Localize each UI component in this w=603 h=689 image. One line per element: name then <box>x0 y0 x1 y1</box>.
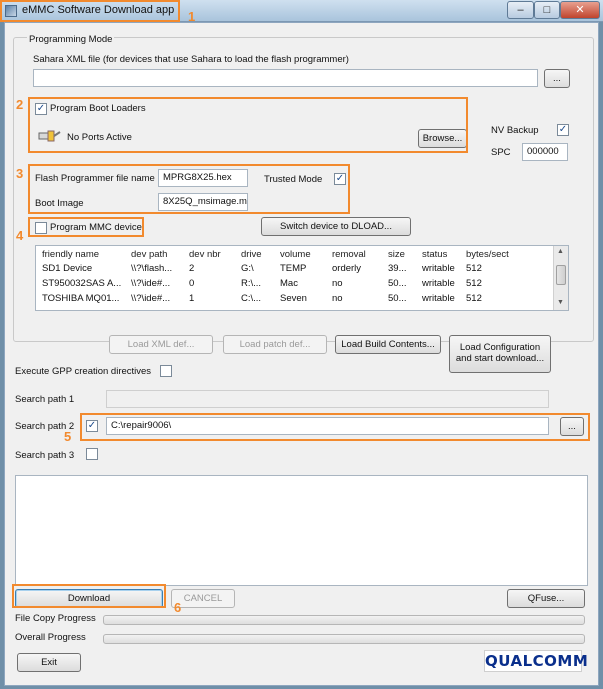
load-config-line1: Load Configuration <box>459 342 541 353</box>
cell: 39... <box>388 263 407 274</box>
cell: Mac <box>280 278 298 289</box>
cell: 512 <box>466 278 482 289</box>
cell: R:\... <box>241 278 262 289</box>
cell: writable <box>422 278 455 289</box>
table-row[interactable]: ST950032SAS A... \\?\ide#... 0 R:\... Ma… <box>36 278 554 293</box>
file-copy-progress-bar <box>103 615 585 625</box>
cell: orderly <box>332 263 362 274</box>
annotation-number-1: 1 <box>188 9 196 24</box>
cell: 512 <box>466 293 482 304</box>
load-patch-button[interactable]: Load patch def... <box>223 335 327 354</box>
col-dev-nbr[interactable]: dev nbr <box>189 249 221 260</box>
col-dev-path[interactable]: dev path <box>131 249 167 260</box>
device-table[interactable]: friendly name dev path dev nbr drive vol… <box>35 245 569 311</box>
nv-backup-label: NV Backup <box>491 125 539 136</box>
file-copy-progress-label: File Copy Progress <box>15 613 96 624</box>
device-table-header: friendly name dev path dev nbr drive vol… <box>36 246 554 263</box>
exit-button[interactable]: Exit <box>17 653 81 672</box>
col-size[interactable]: size <box>388 249 405 260</box>
cell: Seven <box>280 293 307 304</box>
annotation-box-4 <box>28 217 144 237</box>
cell: \\?\flash... <box>131 263 173 274</box>
sahara-label: Sahara XML file (for devices that use Sa… <box>33 54 349 65</box>
overall-progress-label: Overall Progress <box>15 632 86 643</box>
minimize-button[interactable]: – <box>507 1 534 19</box>
search-path1-input[interactable] <box>106 390 549 408</box>
programming-mode-legend: Programming Mode <box>27 34 115 45</box>
col-volume[interactable]: volume <box>280 249 311 260</box>
cell: ST950032SAS A... <box>42 278 122 289</box>
annotation-box-3 <box>28 164 350 214</box>
cell: 1 <box>189 293 195 304</box>
col-drive[interactable]: drive <box>241 249 262 260</box>
load-xml-button[interactable]: Load XML def... <box>109 335 213 354</box>
cell: no <box>332 278 343 289</box>
log-output[interactable] <box>15 475 588 586</box>
table-scrollbar[interactable]: ▲ ▼ <box>553 246 568 310</box>
annotation-number-3: 3 <box>16 166 24 181</box>
annotation-number-4: 4 <box>16 228 24 243</box>
annotation-number-2: 2 <box>16 97 24 112</box>
annotation-box-1 <box>0 0 180 22</box>
scroll-thumb[interactable] <box>556 265 566 285</box>
cell: SD1 Device <box>42 263 93 274</box>
annotation-box-2 <box>28 97 468 153</box>
load-build-contents-button[interactable]: Load Build Contents... <box>335 335 441 354</box>
gpp-checkbox[interactable] <box>160 365 172 377</box>
spc-input[interactable]: 000000 <box>522 143 568 161</box>
cell: C:\... <box>241 293 262 304</box>
nv-backup-checkbox[interactable]: ✓ <box>557 124 569 136</box>
cell: 50... <box>388 278 407 289</box>
scroll-up-icon[interactable]: ▲ <box>557 248 564 255</box>
col-status[interactable]: status <box>422 249 447 260</box>
col-friendly-name[interactable]: friendly name <box>42 249 99 260</box>
annotation-number-5: 5 <box>64 429 72 444</box>
cell: 512 <box>466 263 482 274</box>
cell: TOSHIBA MQ01... <box>42 293 120 304</box>
cell: TEMP <box>280 263 307 274</box>
cell: \\?\ide#... <box>131 278 171 289</box>
close-button[interactable]: ✕ <box>560 1 600 19</box>
gpp-label: Execute GPP creation directives <box>15 366 152 377</box>
search-path1-label: Search path 1 <box>15 394 75 405</box>
col-bytes-sect[interactable]: bytes/sect <box>466 249 509 260</box>
load-config-start-button[interactable]: Load Configuration and start download... <box>449 335 551 373</box>
maximize-button[interactable]: □ <box>534 1 560 19</box>
col-removal[interactable]: removal <box>332 249 366 260</box>
search-path3-label: Search path 3 <box>15 450 75 461</box>
cell: 50... <box>388 293 407 304</box>
qualcomm-logo: QUALCOMM <box>484 650 589 672</box>
table-row[interactable]: TOSHIBA MQ01... \\?\ide#... 1 C:\... Sev… <box>36 293 554 308</box>
search-path3-checkbox[interactable] <box>86 448 98 460</box>
overall-progress-bar <box>103 634 585 644</box>
sahara-xml-input[interactable] <box>33 69 538 87</box>
cell: G:\ <box>241 263 254 274</box>
cell: writable <box>422 263 455 274</box>
load-config-line2: and start download... <box>455 353 545 364</box>
cell: \\?\ide#... <box>131 293 171 304</box>
cell: no <box>332 293 343 304</box>
cell: 2 <box>189 263 195 274</box>
cell: writable <box>422 293 455 304</box>
spc-label: SPC <box>491 147 511 158</box>
switch-dload-button[interactable]: Switch device to DLOAD... <box>261 217 411 236</box>
annotation-number-6: 6 <box>174 600 182 615</box>
scroll-down-icon[interactable]: ▼ <box>557 299 564 306</box>
annotation-box-5 <box>80 413 590 441</box>
qfuse-button[interactable]: QFuse... <box>507 589 585 608</box>
sahara-browse-button[interactable]: ... <box>544 69 570 88</box>
annotation-box-6 <box>12 584 166 608</box>
table-row[interactable]: SD1 Device \\?\flash... 2 G:\ TEMP order… <box>36 263 554 278</box>
cell: 0 <box>189 278 195 289</box>
